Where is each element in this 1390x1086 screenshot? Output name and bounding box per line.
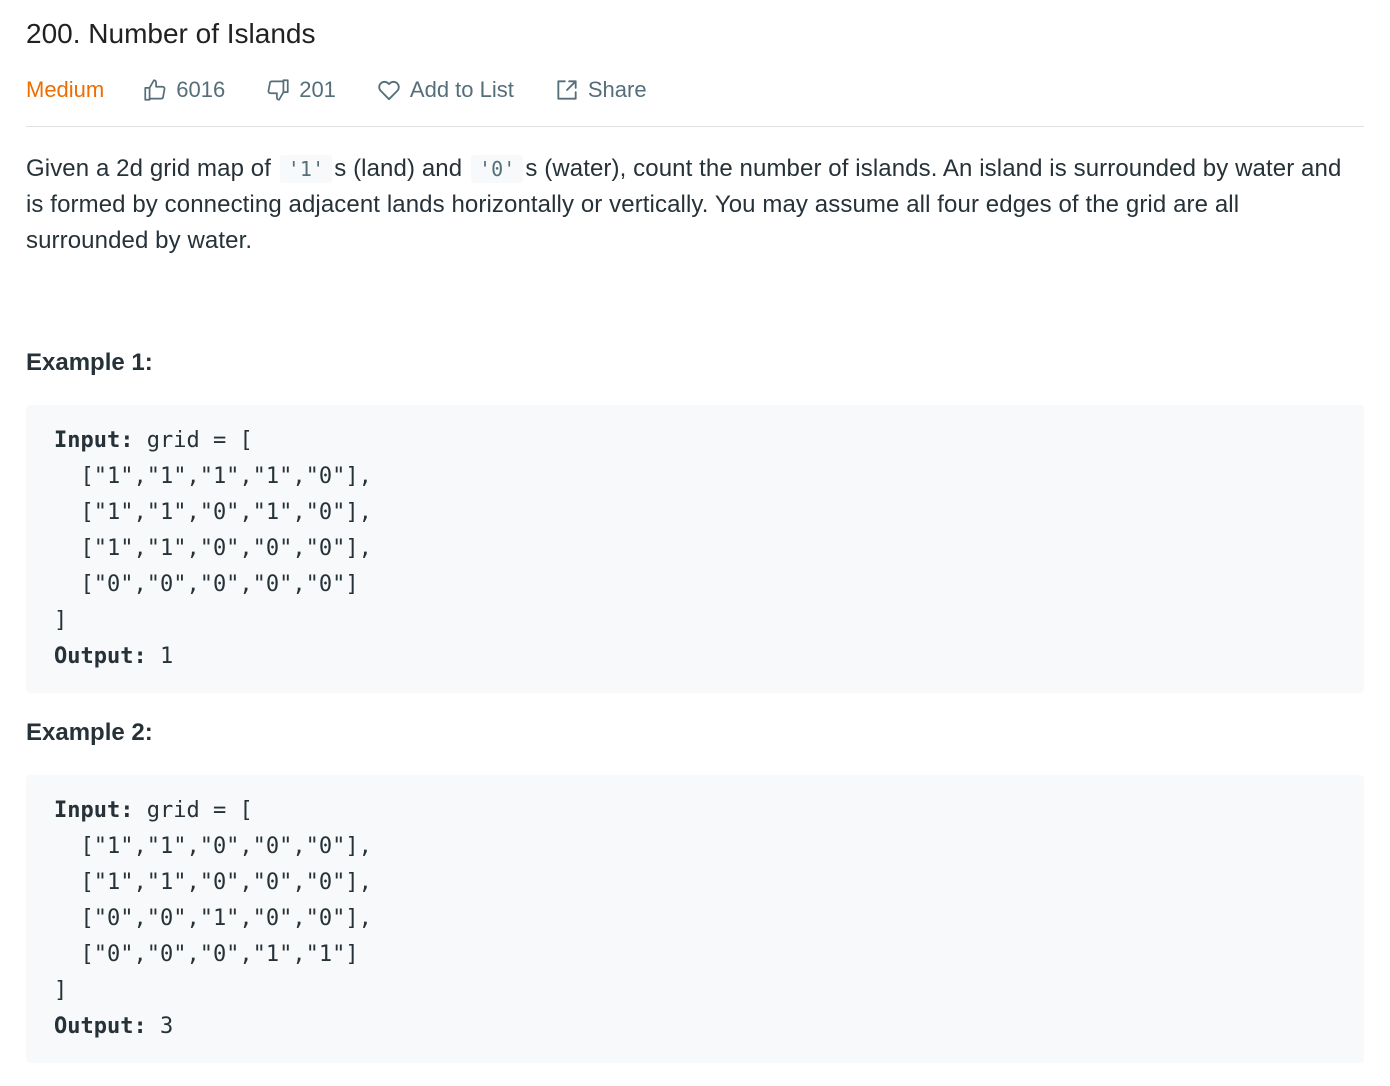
grid-row: ["1","1","0","0","0"], xyxy=(54,536,372,561)
divider xyxy=(26,126,1364,127)
grid-row: ["1","1","0","1","0"], xyxy=(54,500,372,525)
inline-code-water: '0' xyxy=(470,155,524,183)
input-label: Input: xyxy=(54,428,134,453)
example-1-code-block: Input: grid = [ ["1","1","1","1","0"], [… xyxy=(26,405,1364,693)
output-value: 3 xyxy=(146,1014,174,1039)
grid-row: ["0","0","0","0","0"] xyxy=(54,572,359,597)
grid-row: ["0","0","0","1","1"] xyxy=(54,942,359,967)
dislike-count: 201 xyxy=(299,77,336,102)
description-text: Given a 2d grid map of xyxy=(26,155,278,182)
input-close: ] xyxy=(54,978,68,1003)
output-label: Output: xyxy=(54,1014,147,1039)
input-open: grid = [ xyxy=(133,798,253,823)
dislike-button[interactable]: 201 xyxy=(265,77,336,103)
grid-row: ["0","0","1","0","0"], xyxy=(54,906,372,931)
thumbs-down-icon xyxy=(267,79,289,101)
grid-row: ["1","1","0","0","0"], xyxy=(54,834,372,859)
input-close: ] xyxy=(54,608,68,633)
thumbs-up-icon xyxy=(144,79,166,101)
input-label: Input: xyxy=(54,798,134,823)
output-value: 1 xyxy=(146,644,174,669)
problem-title: 200. Number of Islands xyxy=(26,18,316,49)
grid-row: ["1","1","1","1","0"], xyxy=(54,464,372,489)
example-2-code-block: Input: grid = [ ["1","1","0","0","0"], [… xyxy=(26,775,1364,1063)
problem-page: 200. Number of Islands Medium 6016 201 A… xyxy=(0,0,1390,1086)
example-2-title: Example 2: xyxy=(26,719,153,746)
share-label: Share xyxy=(587,77,647,102)
share-button[interactable]: Share xyxy=(554,77,647,103)
description-text: s (land) and xyxy=(334,155,469,182)
add-to-list-button[interactable]: Add to List xyxy=(376,77,514,103)
grid-row: ["1","1","0","0","0"], xyxy=(54,870,372,895)
problem-meta-bar: Medium 6016 201 Add to List Share xyxy=(26,70,1364,110)
difficulty-badge: Medium xyxy=(26,77,105,102)
like-count: 6016 xyxy=(176,77,226,102)
share-icon xyxy=(557,80,577,100)
heart-icon xyxy=(378,80,400,101)
output-label: Output: xyxy=(54,644,147,669)
problem-description: Given a 2d grid map of '1' s (land) and '… xyxy=(26,151,1364,259)
example-1-title: Example 1: xyxy=(26,349,153,376)
inline-code-land: '1' xyxy=(279,155,333,183)
input-open: grid = [ xyxy=(133,428,253,453)
add-to-list-label: Add to List xyxy=(409,77,514,102)
like-button[interactable]: 6016 xyxy=(142,77,225,103)
